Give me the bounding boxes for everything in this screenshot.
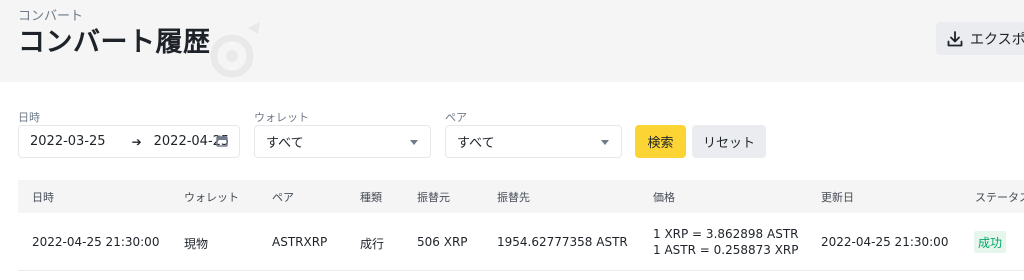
pair-filter-label: ペア <box>445 111 467 124</box>
download-icon <box>947 30 963 46</box>
pair-select[interactable]: すべて <box>445 125 622 158</box>
cell-from: 506 XRP <box>417 235 468 249</box>
date-start[interactable]: 2022-03-25 <box>30 134 106 149</box>
export-label: エクスポート <box>970 31 1024 48</box>
arrow-right-icon: ➔ <box>131 134 142 149</box>
cell-type: 成行 <box>360 237 385 251</box>
page-header: コンバート コンバート履歴 エクスポート <box>0 0 1024 82</box>
search-button[interactable]: 検索 <box>635 125 686 158</box>
cell-pair: ASTRXRP <box>272 235 328 249</box>
cell-wallet: 現物 <box>184 237 209 251</box>
cell-datetime: 2022-04-25 21:30:00 <box>32 235 160 249</box>
column-header-to: 振替先 <box>497 191 530 204</box>
column-header-pair: ペア <box>272 191 294 204</box>
wallet-filter-label: ウォレット <box>254 111 309 124</box>
status-badge: 成功 <box>974 231 1007 253</box>
export-button[interactable]: エクスポート <box>936 22 1024 55</box>
column-header-datetime: 日時 <box>32 191 54 204</box>
price-line-2: 1 ASTR = 0.258873 XRP <box>653 243 799 257</box>
pair-select-value: すべて <box>457 136 495 151</box>
cell-price: 1 XRP = 3.862898 ASTR 1 ASTR = 0.258873 … <box>653 226 799 258</box>
wallet-select-value: すべて <box>266 136 304 151</box>
date-range-picker[interactable]: 2022-03-25 ➔ 2022-04-25 <box>18 125 240 158</box>
page-title: コンバート履歴 <box>18 27 211 58</box>
column-header-from: 振替元 <box>417 191 450 204</box>
wallet-select[interactable]: すべて <box>254 125 431 158</box>
cell-to: 1954.62777358 ASTR <box>497 235 628 249</box>
chevron-down-icon <box>410 140 418 145</box>
date-filter-label: 日時 <box>18 111 40 124</box>
price-line-1: 1 XRP = 3.862898 ASTR <box>653 227 799 241</box>
column-header-status: ステータス <box>975 191 1024 204</box>
table-header: 日時 ウォレット ペア 種類 振替元 振替先 価格 更新日 ステータス <box>18 180 1024 213</box>
chevron-down-icon <box>601 140 609 145</box>
cell-updated: 2022-04-25 21:30:00 <box>821 235 949 249</box>
column-header-updated: 更新日 <box>821 191 854 204</box>
watermark-logo-icon <box>210 22 260 78</box>
column-header-price: 価格 <box>653 191 675 204</box>
table-row: 2022-04-25 21:30:00 現物 ASTRXRP 成行 506 XR… <box>18 213 1024 271</box>
calendar-icon <box>216 135 228 147</box>
column-header-wallet: ウォレット <box>184 191 239 204</box>
column-header-type: 種類 <box>360 191 382 204</box>
reset-button[interactable]: リセット <box>692 125 766 158</box>
